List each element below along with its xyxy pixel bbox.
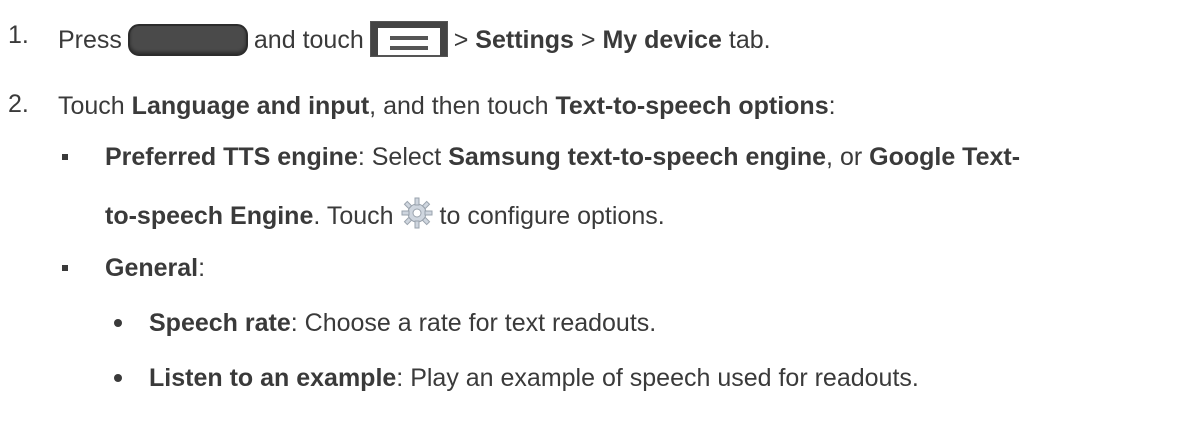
my-device-label: My device bbox=[602, 26, 722, 54]
step-2-touch: Touch bbox=[58, 92, 125, 120]
step-1-sep1: > bbox=[453, 26, 469, 54]
step-2-text: Touch Language and input, and then touch… bbox=[58, 90, 836, 122]
preferred-text1: : Select bbox=[357, 143, 442, 171]
step-1-number: 1. bbox=[8, 21, 29, 49]
general-label: General bbox=[105, 254, 199, 282]
step-1-and-touch: and touch bbox=[253, 26, 364, 54]
samsung-engine-label: Samsung text-to-speech engine bbox=[448, 143, 827, 171]
general-colon: : bbox=[198, 254, 206, 282]
preferred-tts-line-2: to-speech Engine. Touch to configure opt… bbox=[105, 196, 665, 238]
step-2-and-then: , and then touch bbox=[369, 92, 549, 120]
google-engine-label-1: Google Text- bbox=[869, 143, 1021, 171]
speech-rate-line: Speech rate: Choose a rate for text read… bbox=[149, 307, 656, 339]
speech-rate-label: Speech rate bbox=[149, 309, 291, 337]
bullet-square bbox=[62, 265, 68, 271]
menu-icon bbox=[369, 21, 448, 65]
tts-options-label: Text-to-speech options bbox=[555, 92, 829, 120]
listen-text: : Play an example of speech used for rea… bbox=[396, 364, 919, 392]
speech-rate-text: : Choose a rate for text readouts. bbox=[290, 309, 657, 337]
home-key-icon bbox=[127, 24, 248, 56]
bullet-dot bbox=[114, 319, 122, 327]
preferred-text3: . Touch bbox=[313, 202, 394, 230]
step-1-text: Press and touch > Settings > My device tab… bbox=[58, 21, 771, 65]
preferred-tts-label: Preferred TTS engine bbox=[105, 143, 358, 171]
step-2-number: 2. bbox=[8, 90, 29, 118]
preferred-tts-line-1: Preferred TTS engine: Select Samsung tex… bbox=[105, 141, 1020, 173]
step-1-tab: tab. bbox=[728, 26, 771, 54]
step-2-colon: : bbox=[828, 92, 836, 120]
step-1-sep2: > bbox=[580, 26, 596, 54]
bullet-square bbox=[62, 154, 68, 160]
step-1-press: Press bbox=[58, 26, 122, 54]
bullet-dot bbox=[114, 374, 122, 382]
listen-line: Listen to an example: Play an example of… bbox=[149, 362, 919, 394]
google-engine-label-2: to-speech Engine bbox=[105, 202, 314, 230]
settings-label: Settings bbox=[475, 26, 574, 54]
language-input-label: Language and input bbox=[131, 92, 370, 120]
preferred-text2: , or bbox=[826, 143, 863, 171]
general-line: General: bbox=[105, 252, 205, 284]
preferred-text4: to configure options. bbox=[439, 202, 665, 230]
gear-icon bbox=[400, 196, 434, 238]
listen-label: Listen to an example bbox=[149, 364, 397, 392]
